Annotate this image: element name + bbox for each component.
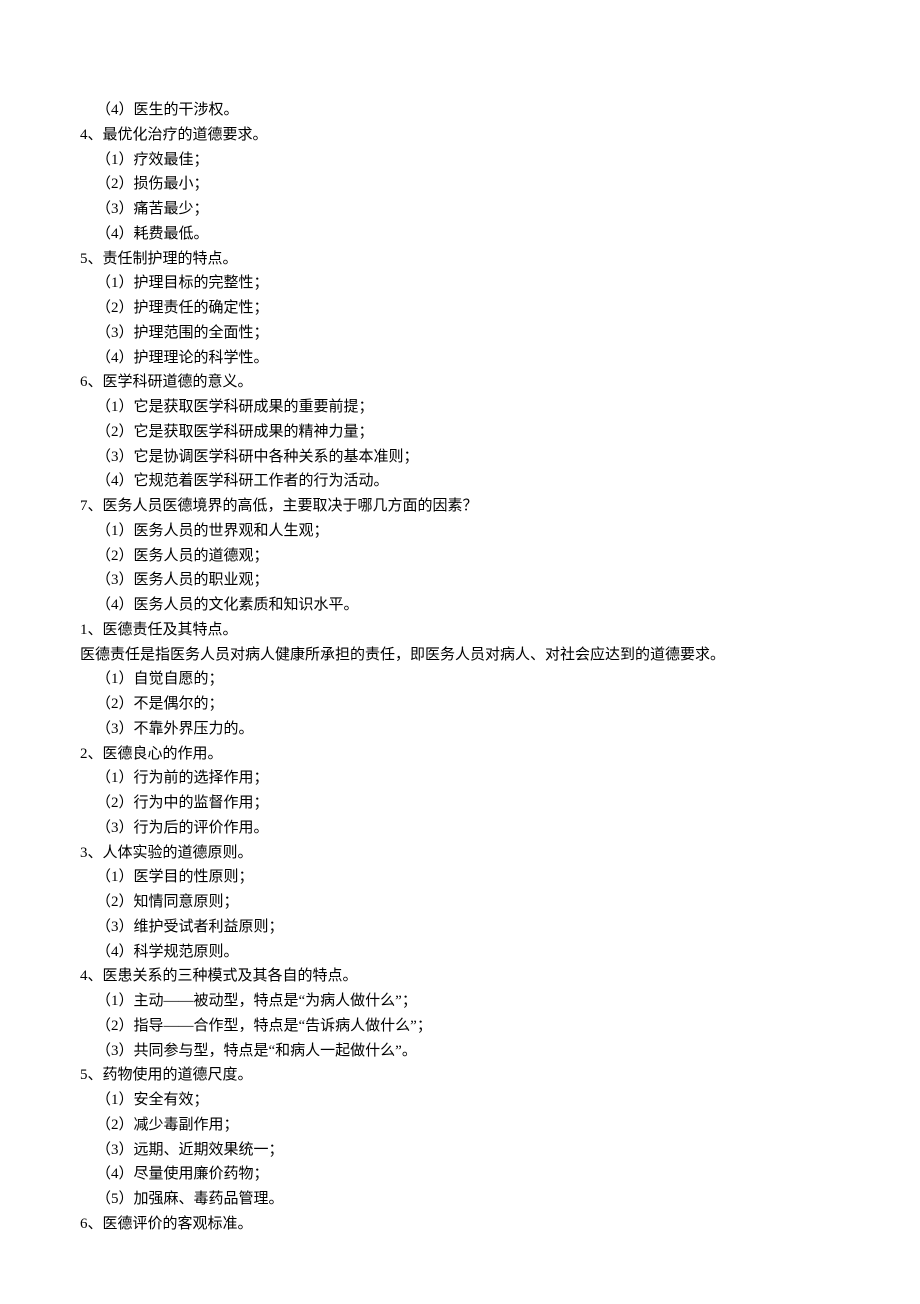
text-line: （4）医务人员的文化素质和知识水平。 [80,593,840,618]
text-line: （3）远期、近期效果统一； [80,1138,840,1163]
text-line: （4）科学规范原则。 [80,940,840,965]
text-line: （1）医务人员的世界观和人生观； [80,519,840,544]
text-line: （2）行为中的监督作用； [80,791,840,816]
text-line: （3）护理范围的全面性； [80,321,840,346]
text-line: （2）减少毒副作用； [80,1113,840,1138]
text-line: （1）行为前的选择作用； [80,766,840,791]
text-line: （2）损伤最小； [80,172,840,197]
text-line: （2）知情同意原则； [80,890,840,915]
text-line: 6、医德评价的客观标准。 [80,1212,840,1237]
document-body: （4）医生的干涉权。4、最优化治疗的道德要求。（1）疗效最佳；（2）损伤最小；（… [80,98,840,1237]
text-line: 3、人体实验的道德原则。 [80,841,840,866]
text-line: （2）护理责任的确定性； [80,296,840,321]
text-line: 7、医务人员医德境界的高低，主要取决于哪几方面的因素？ [80,494,840,519]
text-line: （3）行为后的评价作用。 [80,816,840,841]
text-line: （3）维护受试者利益原则； [80,915,840,940]
text-line: 5、责任制护理的特点。 [80,247,840,272]
text-line: （4）尽量使用廉价药物； [80,1162,840,1187]
text-line: 4、医患关系的三种模式及其各自的特点。 [80,964,840,989]
text-line: （2）医务人员的道德观； [80,544,840,569]
text-line: （1）自觉自愿的； [80,667,840,692]
text-line: （3）共同参与型，特点是“和病人一起做什么”。 [80,1039,840,1064]
text-line: （3）痛苦最少； [80,197,840,222]
text-line: 1、医德责任及其特点。 [80,618,840,643]
text-line: （1）疗效最佳； [80,148,840,173]
document-page: （4）医生的干涉权。4、最优化治疗的道德要求。（1）疗效最佳；（2）损伤最小；（… [0,0,920,1304]
text-line: （3）不靠外界压力的。 [80,717,840,742]
text-line: 2、医德良心的作用。 [80,742,840,767]
text-line: （2）它是获取医学科研成果的精神力量； [80,420,840,445]
text-line: （4）护理理论的科学性。 [80,346,840,371]
text-line: （3）它是协调医学科研中各种关系的基本准则； [80,445,840,470]
text-line: 6、医学科研道德的意义。 [80,370,840,395]
text-line: 5、药物使用的道德尺度。 [80,1063,840,1088]
text-line: （5）加强麻、毒药品管理。 [80,1187,840,1212]
text-line: （3）医务人员的职业观； [80,568,840,593]
text-line: （1）它是获取医学科研成果的重要前提； [80,395,840,420]
text-line: （1）安全有效； [80,1088,840,1113]
text-line: （1）主动——被动型，特点是“为病人做什么”； [80,989,840,1014]
text-line: （4）医生的干涉权。 [80,98,840,123]
text-line: （4）耗费最低。 [80,222,840,247]
text-line: （1）护理目标的完整性； [80,271,840,296]
text-line: 医德责任是指医务人员对病人健康所承担的责任，即医务人员对病人、对社会应达到的道德… [80,643,840,668]
text-line: （1）医学目的性原则； [80,865,840,890]
text-line: 4、最优化治疗的道德要求。 [80,123,840,148]
text-line: （2）指导——合作型，特点是“告诉病人做什么”； [80,1014,840,1039]
text-line: （2）不是偶尔的； [80,692,840,717]
text-line: （4）它规范着医学科研工作者的行为活动。 [80,469,840,494]
